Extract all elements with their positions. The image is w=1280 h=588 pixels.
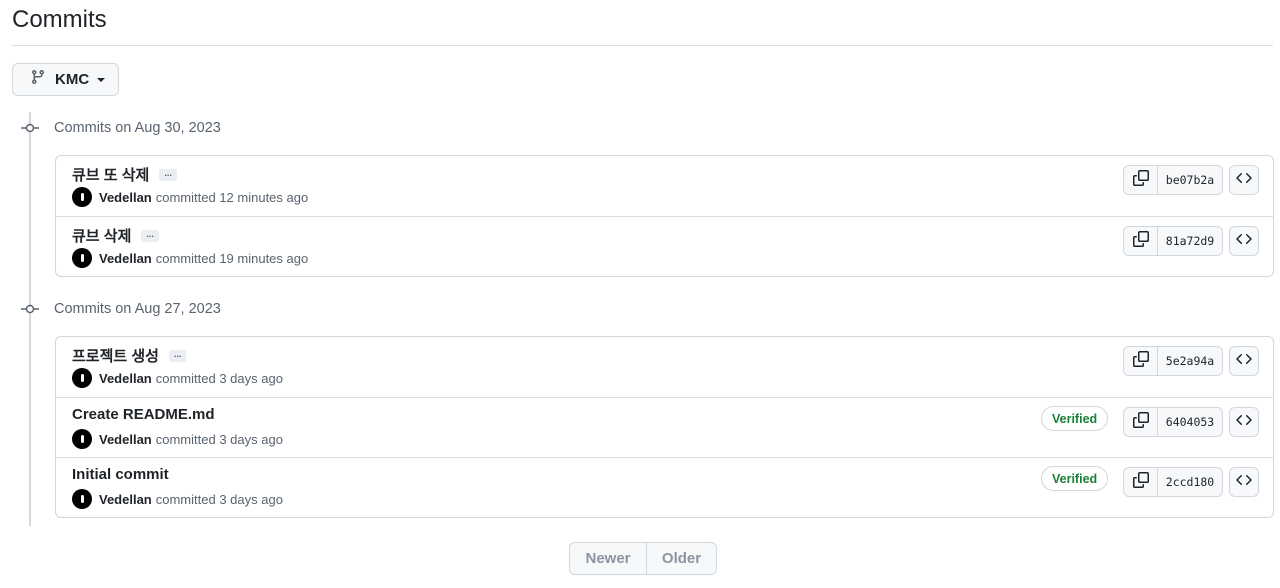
git-commit-icon xyxy=(20,118,40,138)
browse-repo-button[interactable] xyxy=(1229,226,1259,256)
branch-selector-button[interactable]: KMC xyxy=(12,63,119,96)
page-title: Commits xyxy=(12,6,107,33)
code-icon xyxy=(1236,170,1252,191)
copy-icon xyxy=(1132,350,1149,372)
copy-icon xyxy=(1132,411,1149,433)
commit-list: 프로젝트 생성 ... Vedellan committed 3 days ag… xyxy=(55,336,1274,518)
copy-icon xyxy=(1132,471,1149,493)
commit-message-link[interactable]: 큐브 삭제 xyxy=(72,225,131,246)
browse-repo-button[interactable] xyxy=(1229,407,1259,437)
commit-row: 프로젝트 생성 ... Vedellan committed 3 days ag… xyxy=(56,337,1273,397)
commit-group-date: Commits on Aug 27, 2023 xyxy=(54,301,221,317)
copy-icon xyxy=(1132,169,1149,191)
pagination: Newer Older xyxy=(569,542,717,575)
commit-time: committed 3 days ago xyxy=(155,370,283,386)
expand-description-button[interactable]: ... xyxy=(141,229,159,242)
code-icon xyxy=(1236,231,1252,252)
sha-button-group: 5e2a94a xyxy=(1123,346,1223,376)
code-icon xyxy=(1236,472,1252,493)
commit-row: Initial commit Vedellan committed 3 days… xyxy=(56,457,1273,517)
copy-sha-button[interactable] xyxy=(1124,468,1158,496)
newer-button[interactable]: Newer xyxy=(570,543,647,574)
git-commit-icon xyxy=(20,299,40,319)
browse-repo-button[interactable] xyxy=(1229,467,1259,497)
commit-sha-link[interactable]: be07b2a xyxy=(1158,166,1222,194)
sha-button-group: 2ccd180 xyxy=(1123,467,1223,497)
commit-sha-link[interactable]: 2ccd180 xyxy=(1158,468,1222,496)
verified-badge[interactable]: Verified xyxy=(1041,466,1109,491)
copy-sha-button[interactable] xyxy=(1124,408,1158,436)
commit-sha-link[interactable]: 6404053 xyxy=(1158,408,1222,436)
copy-icon xyxy=(1132,230,1149,252)
sha-button-group: be07b2a xyxy=(1123,165,1223,195)
expand-description-button[interactable]: ... xyxy=(159,168,177,181)
browse-repo-button[interactable] xyxy=(1229,346,1259,376)
commit-group-header: Commits on Aug 30, 2023 xyxy=(20,118,221,138)
author-link[interactable]: Vedellan xyxy=(99,371,152,386)
commit-list: 큐브 또 삭제 ... Vedellan committed 12 minute… xyxy=(55,155,1274,277)
commit-row: 큐브 또 삭제 ... Vedellan committed 12 minute… xyxy=(56,156,1273,216)
commit-row: 큐브 삭제 ... Vedellan committed 19 minutes … xyxy=(56,216,1273,276)
branch-label: KMC xyxy=(55,71,90,88)
sha-button-group: 81a72d9 xyxy=(1123,226,1223,256)
author-link[interactable]: Vedellan xyxy=(99,432,152,447)
commit-group-date: Commits on Aug 30, 2023 xyxy=(54,120,221,136)
commit-time: committed 19 minutes ago xyxy=(155,250,309,266)
timeline-line xyxy=(29,112,31,526)
commit-sha-link[interactable]: 5e2a94a xyxy=(1158,347,1222,375)
sha-button-group: 6404053 xyxy=(1123,407,1223,437)
browse-repo-button[interactable] xyxy=(1229,165,1259,195)
commit-message-link[interactable]: Initial commit xyxy=(72,466,169,483)
code-icon xyxy=(1236,412,1252,433)
avatar[interactable] xyxy=(72,368,92,388)
commit-group-header: Commits on Aug 27, 2023 xyxy=(20,299,221,319)
commit-sha-link[interactable]: 81a72d9 xyxy=(1158,227,1222,255)
commit-message-link[interactable]: 큐브 또 삭제 xyxy=(72,164,149,185)
avatar[interactable] xyxy=(72,187,92,207)
commit-message-link[interactable]: 프로젝트 생성 xyxy=(72,345,159,366)
git-branch-icon xyxy=(30,69,46,90)
avatar[interactable] xyxy=(72,248,92,268)
author-link[interactable]: Vedellan xyxy=(99,190,152,205)
code-icon xyxy=(1236,351,1252,372)
copy-sha-button[interactable] xyxy=(1124,227,1158,255)
commit-time: committed 12 minutes ago xyxy=(155,189,309,205)
verified-badge[interactable]: Verified xyxy=(1041,406,1109,431)
author-link[interactable]: Vedellan xyxy=(99,251,152,266)
avatar[interactable] xyxy=(72,429,92,449)
copy-sha-button[interactable] xyxy=(1124,347,1158,375)
caret-down-icon xyxy=(97,77,106,82)
commit-row: Create README.md Vedellan committed 3 da… xyxy=(56,397,1273,457)
author-link[interactable]: Vedellan xyxy=(99,492,152,507)
older-button[interactable]: Older xyxy=(647,543,716,574)
title-divider xyxy=(12,45,1273,46)
expand-description-button[interactable]: ... xyxy=(168,349,187,362)
avatar[interactable] xyxy=(72,489,92,509)
commit-message-link[interactable]: Create README.md xyxy=(72,406,215,423)
commit-time: committed 3 days ago xyxy=(155,431,283,447)
commit-time: committed 3 days ago xyxy=(155,491,283,507)
copy-sha-button[interactable] xyxy=(1124,166,1158,194)
